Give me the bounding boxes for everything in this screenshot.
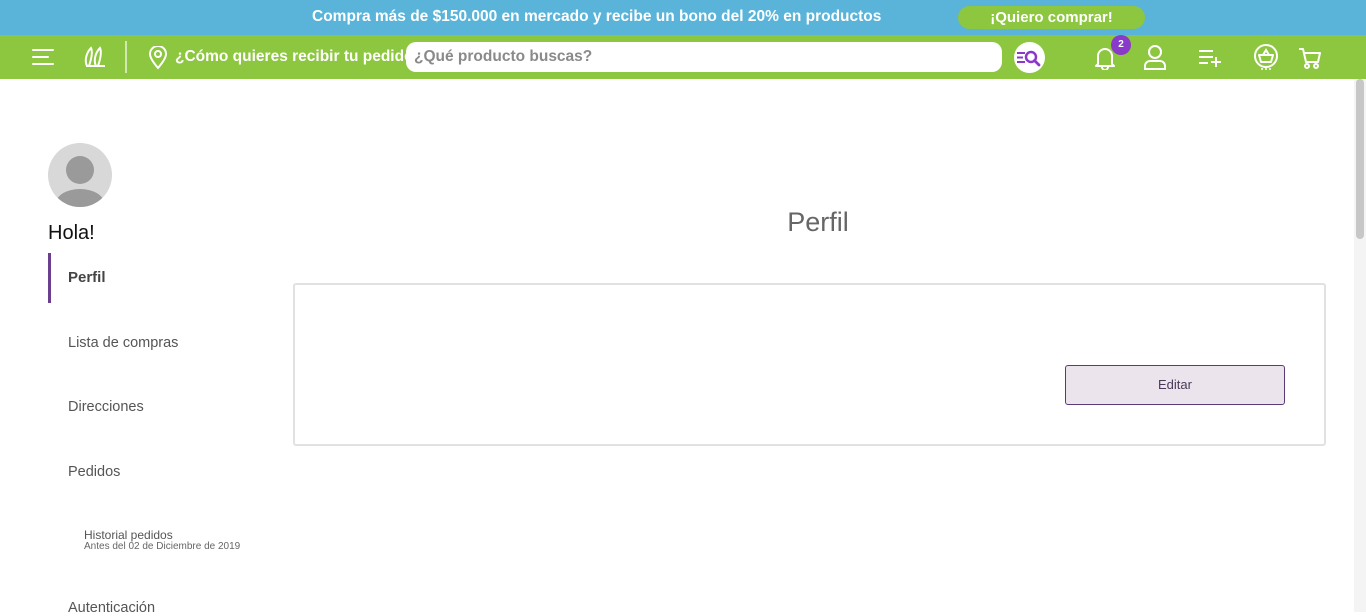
- sidebar-item-autenticacion[interactable]: Autenticación: [68, 600, 155, 616]
- scrollbar-thumb[interactable]: [1356, 79, 1364, 239]
- search-input[interactable]: [406, 42, 1002, 72]
- notification-badge: 2: [1111, 35, 1131, 55]
- logo-icon[interactable]: [82, 43, 108, 71]
- promo-banner: Compra más de $150.000 en mercado y reci…: [0, 0, 1366, 35]
- header-divider: [125, 41, 127, 73]
- sidebar-item-pedidos[interactable]: Pedidos: [68, 464, 120, 480]
- main-header: ¿Cómo quieres recibir tu pedido? 2: [0, 35, 1366, 79]
- sidebar-item-perfil[interactable]: Perfil: [68, 269, 106, 286]
- user-silhouette-icon: [56, 156, 104, 207]
- sidebar-item-lista-de-compras[interactable]: Lista de compras: [68, 335, 178, 351]
- promo-button[interactable]: ¡Quiero comprar!: [958, 6, 1145, 29]
- sidebar-item-direcciones[interactable]: Direcciones: [68, 399, 144, 415]
- smart-search-icon[interactable]: [1014, 42, 1045, 73]
- shopping-list-icon[interactable]: [1197, 45, 1223, 69]
- basket-icon[interactable]: [1252, 42, 1280, 72]
- nav-active-indicator: [48, 253, 51, 303]
- page-title: Perfil: [787, 207, 849, 237]
- user-icon[interactable]: [1143, 43, 1167, 71]
- sidebar-item-historial-pedidos[interactable]: Historial pedidos Antes del 02 de Diciem…: [84, 528, 240, 552]
- menu-icon[interactable]: [30, 45, 56, 69]
- sub-item-note: Antes del 02 de Diciembre de 2019: [84, 541, 241, 552]
- avatar: [48, 143, 112, 207]
- profile-card: Editar: [293, 283, 1326, 446]
- sub-item-title: Historial pedidos: [84, 528, 173, 542]
- edit-button[interactable]: Editar: [1065, 365, 1285, 405]
- location-pin-icon[interactable]: [147, 45, 169, 71]
- page-scrollbar[interactable]: [1354, 79, 1366, 612]
- cart-icon[interactable]: [1296, 45, 1324, 71]
- promo-text: Compra más de $150.000 en mercado y reci…: [312, 8, 882, 25]
- delivery-selector[interactable]: ¿Cómo quieres recibir tu pedido?: [175, 48, 423, 66]
